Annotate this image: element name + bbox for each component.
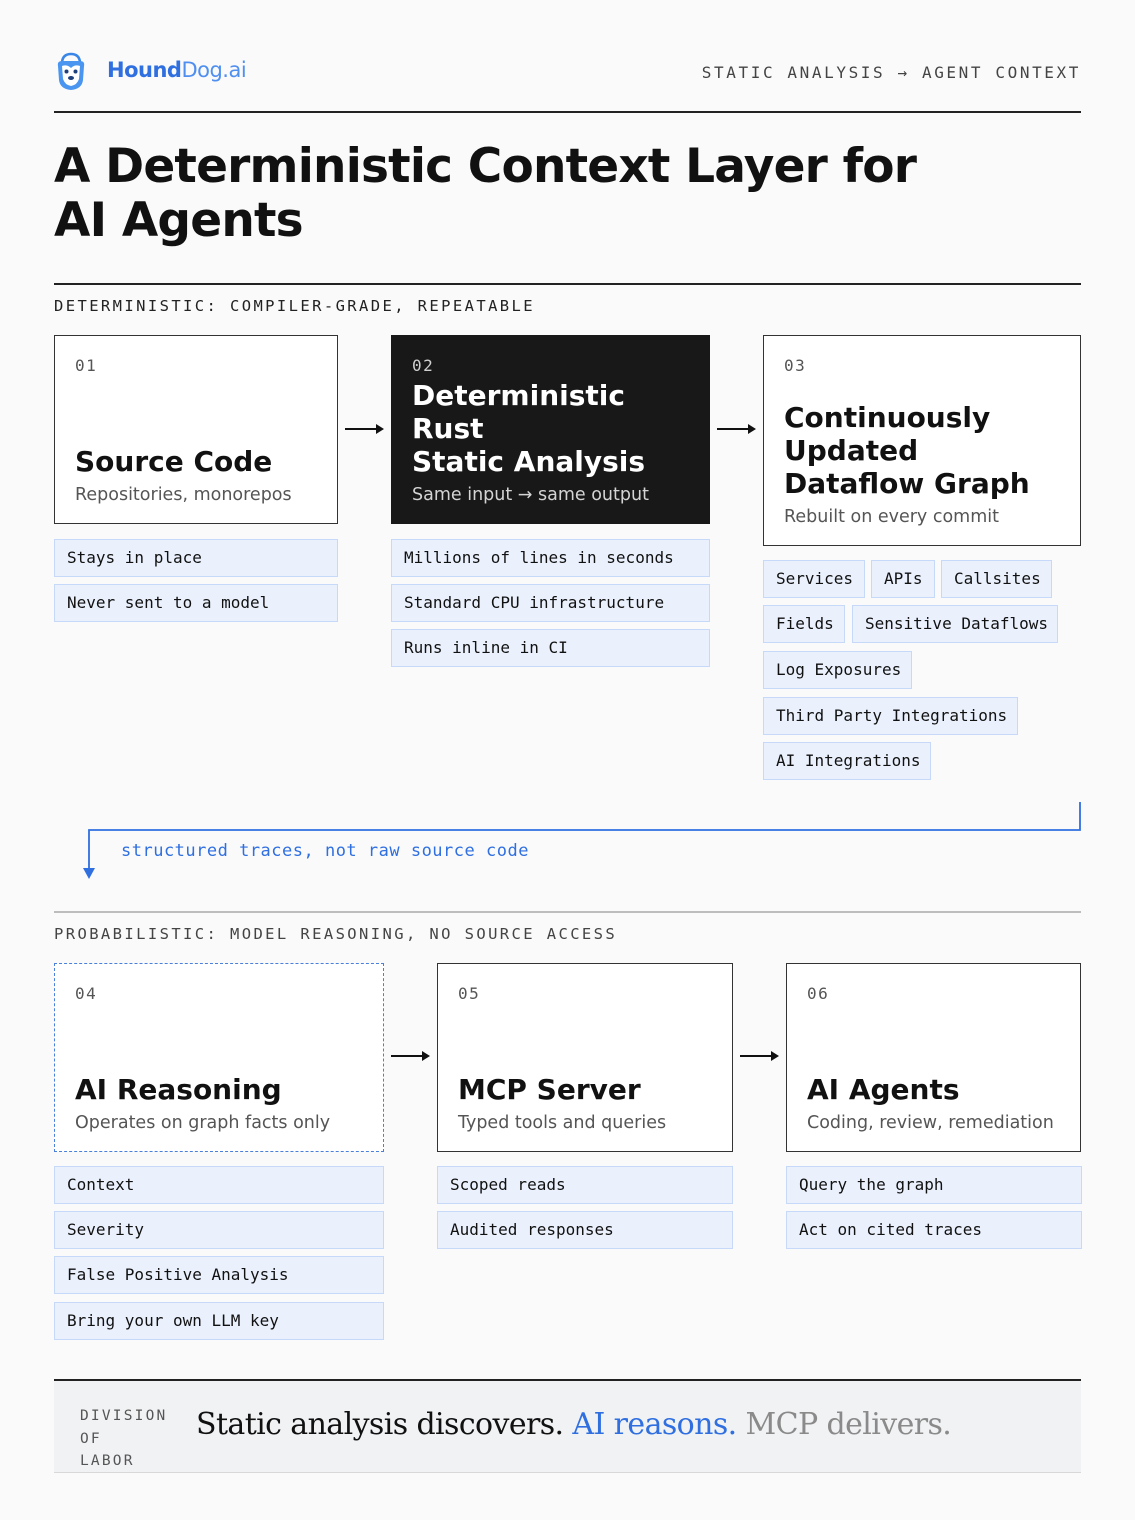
hounddog-logo-icon — [57, 52, 85, 90]
feature-chip: Severity — [54, 1211, 384, 1249]
section-divider — [54, 283, 1081, 285]
stage-title: Source Code — [75, 445, 273, 478]
graph-entity-chip: Fields — [763, 605, 845, 643]
stage-subtitle: Coding, review, remediation — [807, 1113, 1054, 1133]
feature-chip: Act on cited traces — [786, 1211, 1082, 1249]
feature-chip: Standard CPU infrastructure — [391, 584, 710, 622]
division-label-line-1: DIVISION — [80, 1408, 168, 1424]
arrow-right-icon — [345, 424, 384, 434]
stage-number: 03 — [784, 356, 807, 375]
header-tagline: STATIC ANALYSIS → AGENT CONTEXT — [701, 63, 1081, 82]
graph-entity-chip: Services — [763, 560, 865, 598]
stage-subtitle: Rebuilt on every commit — [784, 507, 999, 527]
stage-subtitle: Operates on graph facts only — [75, 1113, 331, 1133]
brand-name[interactable]: HoundDog.ai — [107, 58, 247, 82]
feature-chip: Bring your own LLM key — [54, 1302, 384, 1340]
stage-number: 06 — [807, 984, 830, 1003]
page-title-line-2: AI Agents — [54, 193, 304, 248]
division-label-line-2: OF — [80, 1430, 102, 1447]
arrow-right-icon — [391, 1051, 430, 1061]
brand-name-light: Dog.ai — [181, 58, 247, 82]
division-tagline: Static analysis discovers. AI reasons. M… — [196, 1407, 952, 1442]
division-label: DIVISION OF LABOR — [80, 1405, 180, 1473]
stage-ai-reasoning: 04 AI Reasoning Operates on graph facts … — [54, 963, 384, 1152]
graph-entity-chip: AI Integrations — [763, 742, 931, 780]
division-of-labor-banner: DIVISION OF LABOR Static analysis discov… — [54, 1379, 1081, 1473]
arrow-right-icon — [717, 424, 756, 434]
tagline-static-analysis: Static analysis discovers. — [196, 1407, 564, 1442]
brand-name-bold: Hound — [107, 58, 182, 82]
stage-ai-agents: 06 AI Agents Coding, review, remediation — [786, 963, 1081, 1152]
stage-title: MCP Server — [458, 1073, 641, 1106]
section-divider — [54, 911, 1081, 913]
stage-number: 05 — [458, 984, 481, 1003]
stage-subtitle: Repositories, monorepos — [75, 485, 292, 505]
connector-label: structured traces, not raw source code — [121, 841, 529, 861]
feature-chip: Scoped reads — [437, 1166, 733, 1204]
feature-chip: Audited responses — [437, 1211, 733, 1249]
tagline-ai-reasons: AI reasons. — [572, 1407, 737, 1442]
feature-chip: Context — [54, 1166, 384, 1204]
stage-title: AI Reasoning — [75, 1073, 282, 1106]
stage-title-line-2: Static Analysis — [412, 445, 646, 478]
stage-subtitle: Typed tools and queries — [458, 1113, 667, 1133]
feature-chip: Stays in place — [54, 539, 338, 577]
feature-chip: False Positive Analysis — [54, 1256, 384, 1294]
page-title: A Deterministic Context Layer for AI Age… — [54, 140, 954, 248]
feature-chip: Runs inline in CI — [391, 629, 710, 667]
graph-entity-chip: Third Party Integrations — [763, 697, 1018, 735]
stage-number: 02 — [412, 356, 435, 375]
stage-source-code: 01 Source Code Repositories, monorepos — [54, 335, 338, 524]
header-divider — [54, 111, 1081, 113]
arrow-right-icon — [740, 1051, 779, 1061]
stage-title: Deterministic Rust Static Analysis — [412, 379, 695, 478]
tagline-mcp-delivers: MCP delivers. — [745, 1407, 952, 1442]
stage-title-line-1: Deterministic Rust — [412, 379, 625, 445]
stage-static-analysis: 02 Deterministic Rust Static Analysis Sa… — [391, 335, 710, 524]
deterministic-section-label: DETERMINISTIC: COMPILER-GRADE, REPEATABL… — [54, 297, 536, 315]
division-label-line-3: LABOR — [80, 1453, 135, 1469]
page-title-line-1: A Deterministic Context Layer for — [54, 139, 917, 194]
stage-dataflow-graph: 03 Continuously Updated Dataflow Graph R… — [763, 335, 1081, 546]
stage-mcp-server: 05 MCP Server Typed tools and queries — [437, 963, 733, 1152]
stage-title-line-1: Continuously — [784, 401, 991, 434]
stage-subtitle: Same input → same output — [412, 485, 649, 505]
stage-title-line-2: Updated — [784, 434, 919, 467]
stage-number: 01 — [75, 356, 98, 375]
stage-title-line-3: Dataflow Graph — [784, 467, 1030, 500]
stage-title: AI Agents — [807, 1073, 960, 1106]
probabilistic-section-label: PROBABILISTIC: MODEL REASONING, NO SOURC… — [54, 925, 618, 943]
graph-entity-chip: Sensitive Dataflows — [852, 605, 1058, 643]
graph-entity-chip: Callsites — [941, 560, 1052, 598]
feature-chip: Query the graph — [786, 1166, 1082, 1204]
graph-entity-chip: Log Exposures — [763, 651, 912, 689]
stage-number: 04 — [75, 984, 98, 1003]
feature-chip: Millions of lines in seconds — [391, 539, 710, 577]
graph-entity-chip: APIs — [871, 560, 935, 598]
feature-chip: Never sent to a model — [54, 584, 338, 622]
stage-title: Continuously Updated Dataflow Graph — [784, 401, 1066, 500]
